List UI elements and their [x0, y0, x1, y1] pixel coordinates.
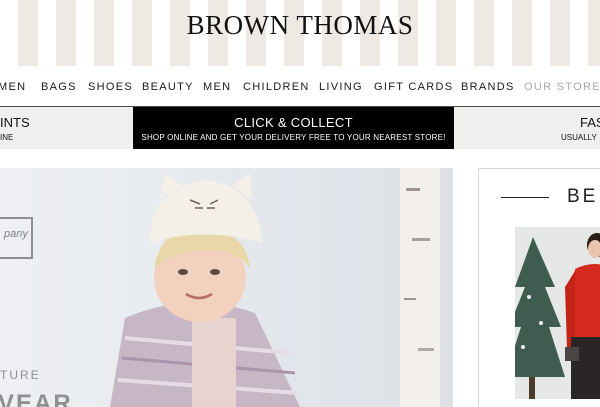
- promo-right-subtitle: USUALLY: [561, 133, 597, 142]
- click-and-collect-banner[interactable]: CLICK & COLLECT SHOP ONLINE AND GET YOUR…: [133, 107, 454, 149]
- feature-model-photo[interactable]: [515, 227, 600, 399]
- site-logo[interactable]: BROWN THOMAS: [0, 10, 600, 41]
- main-nav: MEN BAGS SHOES BEAUTY MEN CHILDREN LIVIN…: [0, 66, 600, 106]
- click-collect-subtitle: SHOP ONLINE AND GET YOUR DELIVERY FREE T…: [141, 133, 446, 142]
- click-collect-title: CLICK & COLLECT: [234, 115, 353, 130]
- promo-bar: INTS INE CLICK & COLLECT SHOP ONLINE AND…: [0, 106, 600, 149]
- nav-item-children[interactable]: CHILDREN: [243, 81, 310, 93]
- nav-item-men[interactable]: MEN: [203, 81, 231, 93]
- hero-child-photo: [0, 168, 453, 407]
- nav-item-our-stores[interactable]: OUR STORES: [524, 81, 600, 93]
- promo-left-subtitle: INE: [0, 133, 14, 142]
- promo-left-title[interactable]: INTS: [0, 115, 30, 130]
- hero-brand-fragment: pany: [4, 228, 28, 240]
- nav-item-gift-cards[interactable]: GIFT CARDS: [374, 81, 453, 93]
- hero-caption-line1: TURE: [0, 368, 41, 382]
- feature-heading: BE: [567, 186, 599, 207]
- nav-item-beauty[interactable]: BEAUTY: [142, 81, 194, 93]
- model-in-red-image: [515, 227, 600, 399]
- nav-item-brands[interactable]: BRANDS: [461, 81, 515, 93]
- hero-banner[interactable]: pany TURE VEAR: [0, 168, 453, 407]
- nav-item-shoes[interactable]: SHOES: [88, 81, 133, 93]
- heading-divider: [501, 197, 549, 198]
- hero-caption-line2: VEAR: [0, 390, 73, 407]
- promo-right-title[interactable]: FAS: [580, 115, 600, 130]
- feature-panel[interactable]: BE: [478, 168, 600, 407]
- nav-item-men-partial[interactable]: MEN: [0, 81, 26, 93]
- nav-item-living[interactable]: LIVING: [319, 81, 363, 93]
- nav-item-bags[interactable]: BAGS: [41, 81, 77, 93]
- header-banner: BROWN THOMAS: [0, 0, 600, 66]
